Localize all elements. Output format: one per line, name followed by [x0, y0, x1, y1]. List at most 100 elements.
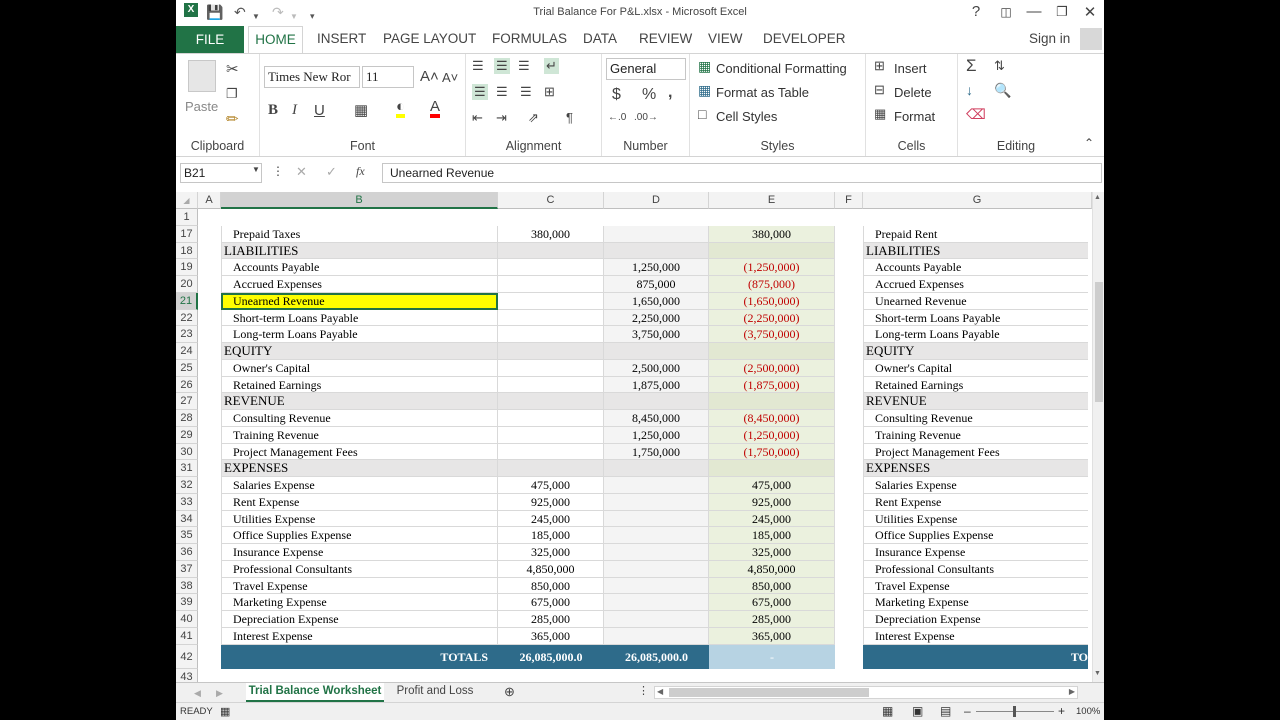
row-header[interactable]: 42 [176, 644, 198, 669]
insert-cells-button[interactable]: Insert [894, 61, 927, 76]
tab-insert[interactable]: INSERT [317, 31, 366, 46]
increase-decimal-icon[interactable]: ←.0 [608, 112, 626, 123]
vertical-scroll-thumb[interactable] [1095, 282, 1103, 402]
account-name[interactable]: Utilities Expense [221, 510, 498, 528]
row-header[interactable]: 30 [176, 443, 198, 461]
row-header[interactable]: 31 [176, 460, 198, 477]
column-header-c[interactable]: C [498, 192, 604, 209]
balance-cell[interactable]: 245,000 [709, 510, 835, 528]
account-name-right[interactable]: Depreciation Expense [863, 611, 1088, 628]
account-name[interactable]: Project Management Fees [221, 443, 498, 461]
totals-label-right[interactable]: TO [863, 645, 1088, 669]
balance-cell[interactable] [709, 393, 835, 410]
credit-cell[interactable] [604, 510, 709, 528]
totals-label[interactable]: TOTALS [221, 645, 488, 669]
row-header[interactable]: 24 [176, 343, 198, 360]
currency-button[interactable]: $ [612, 86, 621, 104]
debit-cell[interactable] [498, 259, 604, 276]
merge-center-icon[interactable]: ⊞ [544, 84, 555, 100]
account-name[interactable]: Depreciation Expense [221, 611, 498, 628]
account-name-right[interactable]: Prepaid Rent [863, 225, 1088, 243]
account-name[interactable]: Interest Expense [221, 627, 498, 645]
bold-button[interactable]: B [268, 102, 278, 119]
wrap-text-icon[interactable]: ↵ [544, 58, 559, 74]
sheet-tab-profit-and-loss[interactable]: Profit and Loss [390, 683, 480, 702]
horizontal-scroll-thumb[interactable] [669, 688, 869, 697]
cell[interactable] [221, 669, 498, 683]
account-name-right[interactable]: Office Supplies Expense [863, 527, 1088, 544]
name-box[interactable]: B21 [180, 163, 262, 183]
totals-credit[interactable]: 26,085,000.0 [604, 645, 709, 669]
worksheet-grid[interactable]: ◢ A B C D E F G 1 17 Prepaid Taxes 380,000 3… [176, 192, 1092, 682]
account-name-right[interactable]: Long-term Loans Payable [863, 326, 1088, 343]
decrease-decimal-icon[interactable]: .00→ [634, 112, 658, 123]
percent-button[interactable]: % [642, 86, 656, 104]
row-header[interactable]: 37 [176, 560, 198, 578]
row-header[interactable]: 21 [176, 292, 198, 310]
account-name[interactable]: Long-term Loans Payable [221, 326, 498, 343]
credit-cell[interactable] [604, 477, 709, 494]
insert-function-button[interactable]: fx [356, 164, 365, 179]
account-name-right[interactable]: Accrued Expenses [863, 276, 1088, 293]
decrease-font-size-icon[interactable]: A˅ [442, 70, 458, 85]
account-name[interactable]: Short-term Loans Payable [221, 309, 498, 327]
close-icon[interactable]: ✕ [1078, 3, 1102, 21]
account-name-right[interactable]: Travel Expense [863, 577, 1088, 595]
balance-cell[interactable]: 675,000 [709, 594, 835, 611]
credit-cell[interactable]: 2,500,000 [604, 359, 709, 377]
credit-cell[interactable]: 1,650,000 [604, 292, 709, 310]
orientation-icon[interactable]: ⇗ [528, 110, 539, 126]
row-header[interactable]: 34 [176, 510, 198, 528]
row-header[interactable]: 29 [176, 426, 198, 444]
account-name-right[interactable]: Owner's Capital [863, 359, 1088, 377]
credit-cell[interactable] [604, 393, 709, 410]
account-name-right[interactable]: Consulting Revenue [863, 410, 1088, 427]
column-header-g[interactable]: G [863, 192, 1092, 209]
account-name[interactable]: Retained Earnings [221, 376, 498, 394]
row-header[interactable]: 20 [176, 276, 198, 293]
balance-cell[interactable]: 185,000 [709, 527, 835, 544]
tab-split-icon[interactable]: ⋮ [638, 683, 649, 702]
debit-cell[interactable]: 380,000 [498, 225, 604, 243]
sort-filter-icon[interactable]: ⇅ [994, 58, 1005, 74]
debit-cell[interactable] [498, 393, 604, 410]
column-header-f[interactable]: F [835, 192, 863, 209]
debit-cell[interactable]: 325,000 [498, 544, 604, 561]
balance-cell[interactable]: (875,000) [709, 276, 835, 293]
sign-in-link[interactable]: Sign in [1029, 31, 1070, 46]
new-sheet-icon[interactable]: ⊕ [504, 683, 515, 702]
normal-view-icon[interactable]: ▦ [882, 704, 893, 718]
increase-indent-icon[interactable]: ⇥ [496, 110, 507, 126]
underline-button[interactable]: U [314, 102, 325, 119]
section-header-right[interactable]: LIABILITIES [863, 242, 1088, 260]
debit-cell[interactable]: 675,000 [498, 594, 604, 611]
minimize-icon[interactable]: — [1022, 3, 1046, 20]
column-header-a[interactable]: A [198, 192, 221, 209]
debit-cell[interactable] [498, 242, 604, 260]
font-size-dropdown[interactable]: 11 [362, 66, 414, 88]
credit-cell[interactable] [604, 544, 709, 561]
account-name-right[interactable]: Insurance Expense [863, 544, 1088, 561]
fill-color-icon[interactable]: ◐ [396, 99, 406, 118]
account-name[interactable]: Unearned Revenue [221, 292, 498, 310]
section-header[interactable]: EQUITY [221, 343, 498, 360]
debit-cell[interactable] [498, 376, 604, 394]
debit-cell[interactable]: 185,000 [498, 527, 604, 544]
middle-align-icon[interactable]: ☰ [494, 58, 510, 74]
account-name-right[interactable]: Utilities Expense [863, 510, 1088, 528]
credit-cell[interactable] [604, 242, 709, 260]
section-header[interactable]: LIABILITIES [221, 242, 498, 260]
format-cells-button[interactable]: Format [894, 109, 935, 124]
row-header[interactable]: 39 [176, 594, 198, 611]
balance-cell[interactable]: 850,000 [709, 577, 835, 595]
balance-cell[interactable]: (2,250,000) [709, 309, 835, 327]
account-name-right[interactable]: Accounts Payable [863, 259, 1088, 276]
column-header-e[interactable]: E [709, 192, 835, 209]
zoom-in-icon[interactable]: + [1058, 704, 1065, 718]
scroll-up-icon[interactable]: ▲ [1094, 194, 1101, 201]
row-header[interactable]: 26 [176, 376, 198, 394]
row-header[interactable]: 41 [176, 627, 198, 645]
column-header-b[interactable]: B [221, 192, 498, 209]
format-painter-icon[interactable]: ✏ [226, 110, 239, 128]
section-header[interactable]: REVENUE [221, 393, 498, 410]
